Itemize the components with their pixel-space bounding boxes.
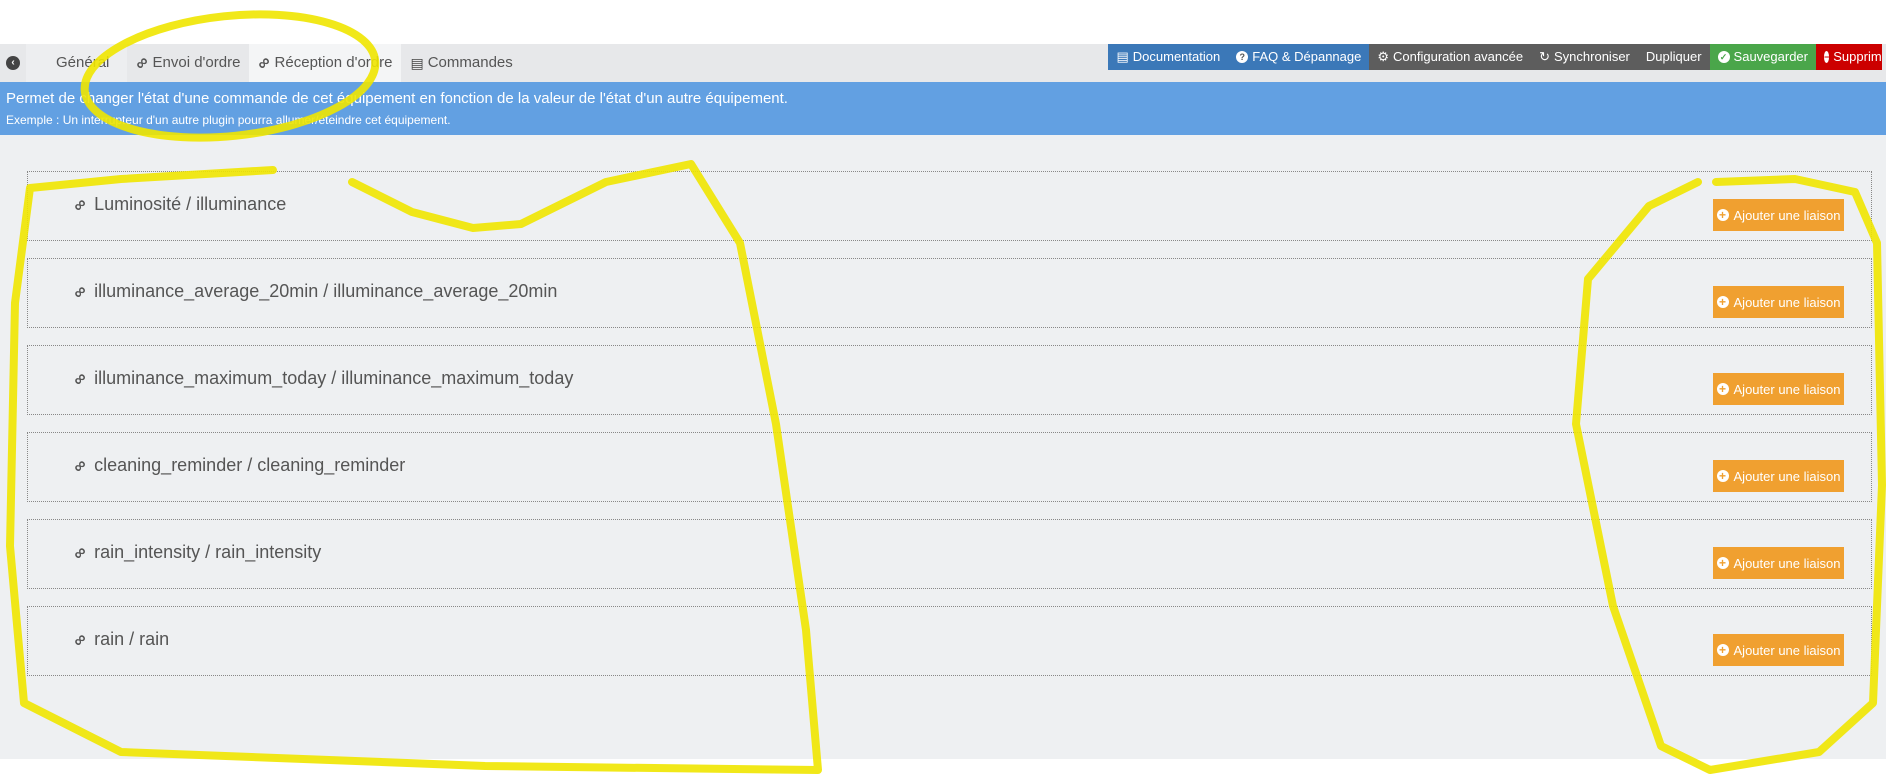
- tabs: ‹ Général ∞ Envoi d'ordre ∞ Réception d'or…: [0, 44, 522, 82]
- add-link-button[interactable]: + Ajouter une liaison: [1713, 634, 1844, 666]
- command-title: ∞ cleaning_reminder / cleaning_reminder: [69, 454, 406, 476]
- tab-label: Général: [56, 54, 110, 71]
- plus-circle-icon: +: [1716, 296, 1729, 308]
- command-panel: ∞ illuminance_maximum_today / illuminance…: [27, 345, 1872, 415]
- command-panel: ∞ rain / rain + Ajouter une liaison: [27, 606, 1872, 676]
- add-link-label: Ajouter une liaison: [1733, 642, 1841, 658]
- tab-general[interactable]: Général: [26, 44, 128, 82]
- link-icon: ∞: [68, 541, 91, 564]
- minus-circle-icon: −: [1824, 51, 1830, 63]
- link-icon: ∞: [68, 454, 91, 477]
- tab-label: Envoi d'ordre: [152, 54, 241, 71]
- add-link-label: Ajouter une liaison: [1733, 381, 1841, 397]
- plus-circle-icon: +: [1716, 644, 1729, 656]
- faq-button[interactable]: ? FAQ & Dépannage: [1228, 44, 1370, 70]
- action-toolbar: ▤ Documentation ? FAQ & Dépannage ⚙ Configu…: [1108, 44, 1882, 70]
- add-link-label: Ajouter une liaison: [1733, 555, 1841, 571]
- command-panel: ∞ Luminosité / illuminance + Ajouter une l…: [27, 171, 1872, 241]
- command-title: ∞ rain_intensity / rain_intensity: [69, 541, 322, 563]
- command-name: rain / rain: [94, 629, 170, 649]
- add-link-button[interactable]: + Ajouter une liaison: [1713, 547, 1844, 579]
- command-title: ∞ illuminance_maximum_today / illuminance…: [69, 367, 574, 389]
- add-link-button[interactable]: + Ajouter une liaison: [1713, 199, 1844, 231]
- tab-label: Commandes: [427, 54, 513, 71]
- plus-circle-icon: +: [1716, 557, 1729, 569]
- add-link-label: Ajouter une liaison: [1733, 207, 1841, 223]
- list-icon: ▤: [410, 55, 424, 71]
- label: Supprimer: [1833, 49, 1882, 64]
- label: Dupliquer: [1645, 49, 1702, 64]
- command-title: ∞ illuminance_average_20min / illuminance…: [69, 280, 558, 302]
- info-banner: Permet de changer l'état d'une commande …: [0, 82, 1886, 135]
- link-icon: ∞: [68, 280, 91, 303]
- sync-button[interactable]: ↻ Synchroniser: [1531, 44, 1638, 70]
- command-title: ∞ Luminosité / illuminance: [69, 193, 287, 215]
- cogs-icon: ⚙: [1377, 49, 1390, 64]
- back-button[interactable]: ‹: [0, 44, 26, 82]
- label: Sauvegarder: [1733, 49, 1808, 64]
- command-title: ∞ rain / rain: [69, 628, 170, 650]
- advanced-config-button[interactable]: ⚙ Configuration avancée: [1369, 44, 1532, 70]
- command-name: Luminosité / illuminance: [94, 194, 287, 214]
- command-name: cleaning_reminder / cleaning_reminder: [94, 455, 406, 475]
- tab-commandes[interactable]: ▤ Commandes: [401, 44, 521, 82]
- label: Synchroniser: [1554, 49, 1630, 64]
- tab-reception-ordre[interactable]: ∞ Réception d'ordre: [249, 44, 402, 82]
- example-text: Exemple : Un interrupteur d'un autre plu…: [6, 113, 451, 127]
- plus-circle-icon: +: [1716, 383, 1729, 395]
- link-icon: ∞: [68, 193, 91, 216]
- add-link-label: Ajouter une liaison: [1733, 468, 1841, 484]
- command-name: rain_intensity / rain_intensity: [94, 542, 322, 562]
- documentation-button[interactable]: ▤ Documentation: [1108, 44, 1229, 70]
- command-name: illuminance_average_20min / illuminance_…: [94, 281, 558, 301]
- check-circle-icon: ✓: [1717, 51, 1730, 63]
- link-icon: ∞: [68, 367, 91, 390]
- duplicate-button[interactable]: Dupliquer: [1637, 44, 1710, 70]
- tab-label: Réception d'ordre: [274, 54, 393, 71]
- arrow-left-icon: ‹: [6, 56, 20, 70]
- add-link-button[interactable]: + Ajouter une liaison: [1713, 373, 1844, 405]
- info-text: Permet de changer l'état d'une commande …: [6, 90, 788, 107]
- plus-circle-icon: +: [1716, 470, 1729, 482]
- book-icon: ▤: [1116, 49, 1129, 64]
- command-name: illuminance_maximum_today / illuminance_…: [94, 368, 574, 388]
- delete-button[interactable]: −Supprimer: [1816, 44, 1882, 70]
- label: Documentation: [1132, 49, 1221, 64]
- command-panel: ∞ illuminance_average_20min / illuminance…: [27, 258, 1872, 328]
- tab-envoi-ordre[interactable]: ∞ Envoi d'ordre: [127, 44, 249, 82]
- refresh-icon: ↻: [1539, 49, 1551, 64]
- label: FAQ & Dépannage: [1252, 49, 1362, 64]
- command-panel: ∞ rain_intensity / rain_intensity + Ajoute…: [27, 519, 1872, 589]
- label: Configuration avancée: [1393, 49, 1524, 64]
- add-link-button[interactable]: + Ajouter une liaison: [1713, 286, 1844, 318]
- add-link-label: Ajouter une liaison: [1733, 294, 1841, 310]
- link-icon: ∞: [68, 628, 91, 651]
- save-button[interactable]: ✓ Sauvegarder: [1709, 44, 1816, 70]
- add-link-button[interactable]: + Ajouter une liaison: [1713, 460, 1844, 492]
- question-icon: ?: [1236, 51, 1249, 63]
- command-panel: ∞ cleaning_reminder / cleaning_reminder +…: [27, 432, 1872, 502]
- plus-circle-icon: +: [1716, 209, 1729, 221]
